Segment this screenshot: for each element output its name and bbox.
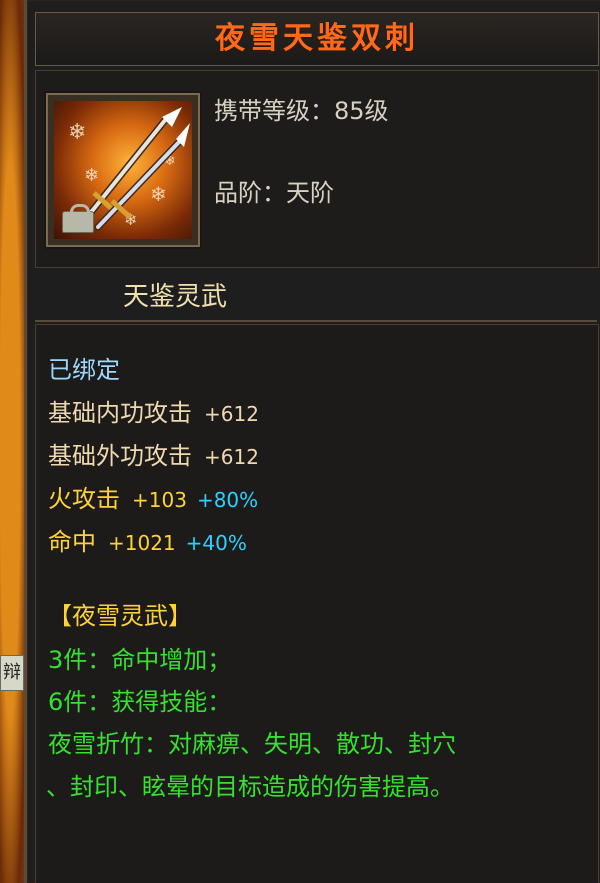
set-skill-line-1: 夜雪折竹：对麻痹、失明、散功、封穴 [48,730,456,758]
fire-attack-label: 火攻击 [48,485,120,513]
item-icon-frame[interactable]: ❄ ❄ ❄ ❄ ❄ [46,93,200,247]
inner-attack-row: 基础内功攻击 +612 [48,398,259,429]
item-tooltip: 夜雪天鉴双刺 ❄ ❄ ❄ ❄ ❄ 携带等级：85级 品阶：天阶 天鉴灵武 已绑定… [24,0,600,883]
scene-background: 辩 [0,0,26,883]
bound-status: 已绑定 [48,356,120,384]
inner-attack-value: +612 [204,402,259,426]
fire-attack-bonus: +80% [196,488,259,512]
carry-level: 携带等级：85级 [214,97,389,125]
scene-tag: 辩 [0,655,24,691]
svg-text:❄: ❄ [68,120,86,145]
inner-attack-label: 基础内功攻击 [48,399,192,427]
hit-value: +1021 [108,531,176,555]
game-scene: 辩 夜雪天鉴双刺 ❄ ❄ ❄ ❄ ❄ 携带等级：85级 品阶：天阶 天鉴灵武 已… [0,0,600,883]
hit-bonus: +40% [185,531,247,555]
lock-icon [62,204,94,233]
svg-text:❄: ❄ [84,165,99,186]
set-skill-line-2: 、封印、眩晕的目标造成的伤害提高。 [46,773,454,801]
twin-daggers-icon: ❄ ❄ ❄ ❄ ❄ [54,101,192,239]
outer-attack-value: +612 [204,445,259,469]
item-grade: 品阶：天阶 [214,179,334,207]
divider [35,320,597,322]
item-header: ❄ ❄ ❄ ❄ ❄ 携带等级：85级 品阶：天阶 [35,70,599,268]
fire-attack-row: 火攻击 +103 +80% [48,484,258,515]
outer-attack-label: 基础外功攻击 [48,442,192,470]
fire-attack-value: +103 [132,488,187,512]
svg-text:❄: ❄ [150,182,167,206]
outer-attack-row: 基础外功攻击 +612 [48,441,259,472]
set-name: 【夜雪灵武】 [48,602,192,630]
set-bonus-3: 3件：命中增加； [48,646,232,674]
set-bonus-6: 6件：获得技能： [48,688,232,716]
item-subtitle: 天鉴灵武 [123,282,228,312]
title-bar: 夜雪天鉴双刺 [35,12,599,66]
hit-label: 命中 [48,528,96,556]
item-name: 夜雪天鉴双刺 [215,21,419,56]
item-attributes: 已绑定 基础内功攻击 +612 基础外功攻击 +612 火攻击 +103 +80% 命中… [35,324,599,883]
hit-row: 命中 +1021 +40% [48,527,247,558]
